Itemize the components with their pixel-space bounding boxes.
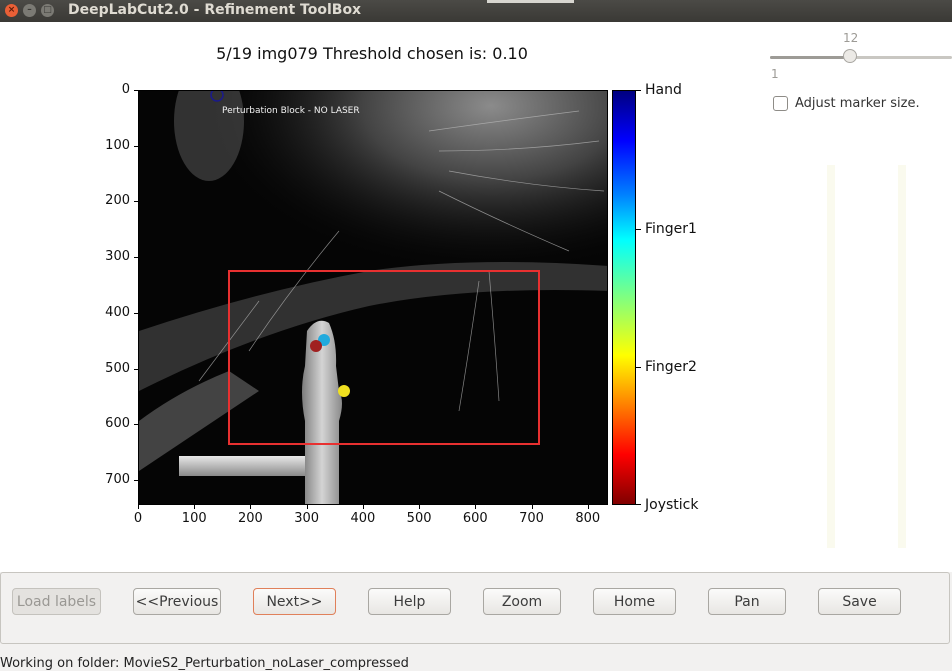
colorbar-tick <box>636 229 641 230</box>
x-tick-label: 0 <box>133 511 143 526</box>
x-tick-label: 400 <box>350 511 376 526</box>
colorbar <box>612 90 636 505</box>
save-button[interactable]: Save <box>818 588 901 615</box>
colorbar-label-joystick: Joystick <box>645 497 699 513</box>
y-tick-label: 100 <box>105 137 130 153</box>
minimize-window-button[interactable]: – <box>23 4 36 17</box>
pan-button[interactable]: Pan <box>708 588 786 615</box>
x-tick-mark <box>250 505 252 509</box>
y-tick-mark <box>134 145 138 147</box>
titlebar-strip <box>487 0 574 3</box>
y-tick-label: 600 <box>105 416 130 432</box>
y-tick-label: 0 <box>121 82 130 97</box>
adjust-marker-size-checkbox[interactable] <box>773 96 788 111</box>
slider-thumb[interactable] <box>843 49 857 63</box>
previous-button[interactable]: <<Previous <box>133 588 221 615</box>
x-tick-mark <box>475 505 477 509</box>
plot-title: 5/19 img079 Threshold chosen is: 0.10 <box>216 44 528 63</box>
x-tick-mark <box>138 505 139 509</box>
overlay-caption: Perturbation Block - NO LASER <box>222 106 360 116</box>
y-tick-mark <box>134 257 138 259</box>
home-button[interactable]: Home <box>593 588 676 615</box>
y-tick-label: 700 <box>105 471 130 487</box>
y-tick-mark <box>134 424 138 426</box>
colorbar-label-finger1: Finger1 <box>645 221 697 237</box>
maximize-window-button[interactable]: □ <box>41 4 54 17</box>
status-text: Working on folder: MovieS2_Perturbation_… <box>0 656 409 671</box>
frame-image[interactable]: Perturbation Block - NO LASER <box>138 90 608 505</box>
y-tick-mark <box>134 312 138 314</box>
help-button[interactable]: Help <box>368 588 451 615</box>
slider-min-label: 1 <box>771 67 779 81</box>
zoom-button[interactable]: Zoom <box>483 588 561 615</box>
colorbar-tick <box>636 367 641 368</box>
window-title: DeepLabCut2.0 - Refinement ToolBox <box>68 2 362 18</box>
load-labels-button[interactable]: Load labels <box>12 588 101 615</box>
x-tick-mark <box>362 505 364 509</box>
x-tick-mark <box>531 505 533 509</box>
slider-fill <box>770 56 850 59</box>
x-tick-label: 500 <box>406 511 432 526</box>
x-tick-label: 700 <box>519 511 544 526</box>
y-tick-mark <box>134 368 138 370</box>
x-tick-label: 200 <box>238 511 263 526</box>
x-tick-label: 800 <box>575 511 601 526</box>
x-tick-mark <box>306 505 308 509</box>
side-panel-line <box>827 165 835 548</box>
colorbar-label-hand: Hand <box>645 82 682 98</box>
y-tick-label: 200 <box>105 193 130 209</box>
colorbar-label-finger2: Finger2 <box>645 359 697 375</box>
adjust-marker-size-label[interactable]: Adjust marker size. <box>795 96 920 111</box>
y-tick-label: 400 <box>105 304 130 320</box>
x-tick-mark <box>587 505 589 509</box>
finger2-marker[interactable] <box>338 385 350 397</box>
y-tick-label: 500 <box>105 360 130 376</box>
frame-image-svg <box>139 91 607 504</box>
y-tick-label: 300 <box>105 249 130 265</box>
y-tick-mark <box>134 479 138 481</box>
x-tick-label: 600 <box>462 511 488 526</box>
colorbar-tick <box>636 504 641 505</box>
window-titlebar: × – □ DeepLabCut2.0 - Refinement ToolBox <box>0 0 952 22</box>
y-tick-mark <box>134 90 138 91</box>
x-tick-mark <box>419 505 421 509</box>
x-tick-label: 100 <box>181 511 207 526</box>
x-tick-label: 300 <box>294 511 320 526</box>
next-button[interactable]: Next>> <box>253 588 336 615</box>
y-tick-mark <box>134 201 138 203</box>
colorbar-tick <box>636 90 641 91</box>
x-tick-mark <box>194 505 196 509</box>
slider-value-label: 12 <box>843 31 859 45</box>
close-window-button[interactable]: × <box>5 4 18 17</box>
side-panel-line <box>898 165 906 548</box>
joystick-marker[interactable] <box>310 340 322 352</box>
